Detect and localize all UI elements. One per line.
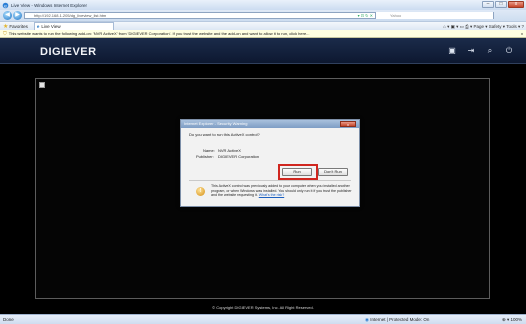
status-text: Done [3, 317, 14, 322]
warning-shield-icon: ! [196, 187, 205, 196]
security-warning-dialog: Internet Explorer - Security Warning x D… [180, 119, 360, 207]
copyright-text: © Copyright DIGIEVER Systems, Inc. All R… [212, 305, 314, 310]
url-text[interactable]: http://192.168.1.205/dg_liveview_list.ht… [34, 13, 106, 18]
channel-icon[interactable] [39, 82, 45, 88]
svg-text:e: e [4, 4, 7, 9]
info-bar-close[interactable]: x [521, 31, 523, 36]
monitor-icon[interactable]: ▣ [447, 46, 457, 55]
window-title: Live View - Windows Internet Explorer [11, 2, 87, 8]
zone-label: Internet | Protected Mode: On [370, 317, 430, 322]
digiever-logo: DIGIEVER [40, 46, 97, 58]
back-button[interactable]: ◀ [3, 11, 12, 20]
publisher-value: DIGIEVER Corporation [218, 154, 260, 159]
info-bar-message[interactable]: This website wants to run the following … [9, 31, 310, 36]
dialog-title: Internet Explorer - Security Warning [181, 120, 359, 128]
window-title-bar: e Live View - Windows Internet Explorer … [0, 0, 526, 10]
zoom-control[interactable]: ⊕ ▾ 100% [502, 317, 522, 323]
favorites-bar: ★ Favorites e Live View ⌂ ▾ ▣ ▾ ▭ ⎙ ▾ Pa… [0, 21, 526, 30]
shield-icon: ⛉ [3, 30, 7, 37]
dialog-question: Do you want to run this ActiveX control? [189, 132, 260, 137]
maximize-button[interactable]: □ [495, 1, 507, 8]
search-icon[interactable]: ⌕ [485, 46, 495, 55]
favorites-button[interactable]: ★ Favorites [3, 23, 28, 30]
ie-tab-icon: e [36, 24, 40, 29]
globe-icon: ◉ [365, 317, 369, 322]
forward-button[interactable]: ▶ [13, 11, 22, 20]
info-bar[interactable]: ⛉ This website wants to run the followin… [0, 30, 526, 38]
name-value: NVR ActiveX [218, 148, 241, 153]
ie-logo-icon: e [2, 2, 9, 9]
favorites-label: Favorites [9, 23, 28, 29]
warning-text: This ActiveX control was previously adde… [211, 184, 356, 198]
address-row: ◀ ▶ http://192.168.1.205/dg_liveview_lis… [0, 10, 526, 21]
close-window-button[interactable]: x [508, 1, 524, 8]
whats-the-risk-link[interactable]: What's the risk? [259, 193, 284, 197]
tab-label: Live View [41, 24, 61, 29]
star-icon: ★ [3, 23, 9, 30]
tab-live-view[interactable]: e Live View [33, 22, 114, 30]
search-box[interactable]: Yahoo [375, 12, 493, 19]
address-actions[interactable]: ▾ ⊡ ↻ ✕ [358, 13, 373, 18]
app-header: DIGIEVER ▣ ⇥ ⌕ ⏻ [0, 38, 526, 64]
logout-icon[interactable]: ⏻ [504, 46, 514, 55]
search-placeholder: Yahoo [390, 13, 402, 18]
publisher-label: Publisher: [196, 154, 214, 159]
dialog-divider [189, 180, 351, 181]
address-bar[interactable]: http://192.168.1.205/dg_liveview_list.ht… [24, 12, 494, 19]
name-label: Name: [203, 148, 215, 153]
exit-icon[interactable]: ⇥ [466, 46, 476, 55]
dialog-close-button[interactable]: x [340, 121, 356, 127]
minimize-button[interactable]: – [482, 1, 494, 8]
dont-run-button[interactable]: Don't Run [318, 168, 348, 176]
status-bar: Done ◉ Internet | Protected Mode: On ⊕ ▾… [0, 314, 526, 324]
run-button[interactable]: Run [282, 168, 312, 176]
security-zone[interactable]: ◉ Internet | Protected Mode: On [365, 317, 429, 323]
